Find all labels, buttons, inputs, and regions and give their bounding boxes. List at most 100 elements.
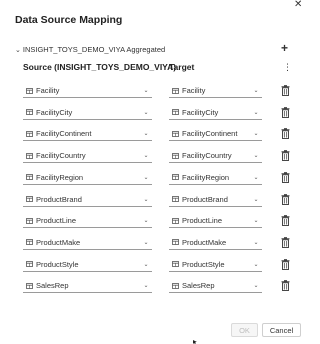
ok-button[interactable]: OK [231,323,258,337]
table-icon [172,174,179,181]
target-select[interactable]: Facility ⌄ [169,84,262,98]
mapping-row: ProductStyle ⌄ ProductStyle ⌄ [0,258,309,274]
target-value: ProductLine [182,216,223,226]
chevron-down-icon: ⌄ [143,109,149,116]
chevron-down-icon: ⌄ [253,239,259,246]
target-value: SalesRep [182,281,215,291]
chevron-down-icon: ⌄ [253,88,259,94]
mapping-row: ProductMake ⌄ ProductMake ⌄ [0,236,309,252]
target-select[interactable]: FacilityCountry ⌄ [169,149,262,164]
chevron-down-icon: ⌄ [253,218,259,225]
chevron-down-icon: ⌄ [143,88,149,94]
table-icon [26,130,33,137]
mapping-row: FacilityCountry ⌄ FacilityCountry ⌄ [0,149,309,165]
table-icon [26,282,33,289]
table-icon [172,130,179,137]
close-icon[interactable]: ✕ [294,0,302,10]
trash-icon[interactable] [281,237,290,248]
source-select[interactable]: FacilityContinent ⌄ [23,127,152,142]
source-select[interactable]: ProductBrand ⌄ [23,193,152,207]
group-label: INSIGHT_TOYS_DEMO_VIYA Aggregated [22,45,166,54]
dialog-title: Data Source Mapping [15,14,123,26]
chevron-down-icon: ⌄ [253,109,259,116]
trash-icon[interactable] [281,171,290,183]
table-icon [172,196,179,202]
trash-icon[interactable] [281,106,290,118]
chevron-down-icon: ⌄ [143,218,149,225]
chevron-down-icon: ⌄ [143,174,149,181]
mapping-row: FacilityContinent ⌄ FacilityContinent ⌄ [0,127,309,143]
chevron-down-icon: ⌄ [253,261,259,268]
source-value: ProductBrand [36,194,82,204]
group-toggle[interactable]: ⌄ INSIGHT_TOYS_DEMO_VIYA Aggregated [15,45,165,54]
mapping-row: ProductLine ⌄ ProductLine ⌄ [0,214,309,230]
chevron-down-icon: ⌄ [253,196,259,203]
table-icon [172,239,179,246]
source-select[interactable]: FacilityCity ⌄ [23,106,152,120]
source-value: FacilityCountry [36,151,86,161]
data-source-mapping-dialog: Data Source Mapping ✕ ⌄ INSIGHT_TOYS_DEM… [0,0,309,344]
table-icon [172,282,179,289]
table-icon [26,261,33,267]
target-select[interactable]: FacilityContinent ⌄ [169,127,262,142]
source-select[interactable]: ProductStyle ⌄ [23,258,152,272]
target-select[interactable]: ProductBrand ⌄ [169,193,262,207]
mouse-cursor-icon [193,340,197,344]
chevron-down-icon: ⌄ [253,153,259,160]
target-column-header: Target [169,62,195,72]
target-value: ProductStyle [182,259,225,269]
chevron-down-icon: ⌄ [253,283,259,290]
source-select[interactable]: SalesRep ⌄ [23,279,152,294]
trash-icon[interactable] [281,85,290,96]
target-select[interactable]: ProductStyle ⌄ [169,258,262,272]
source-value: FacilityContinent [36,129,92,139]
mapping-row: FacilityCity ⌄ FacilityCity ⌄ [0,106,309,122]
mapping-row: FacilityRegion ⌄ FacilityRegion ⌄ [0,171,309,187]
kebab-icon[interactable]: ⋮ [283,63,292,72]
table-icon [26,174,33,181]
source-select[interactable]: ProductMake ⌄ [23,236,152,250]
target-value: FacilityCountry [182,151,232,161]
mapping-row: Facility ⌄ Facility ⌄ [0,84,309,100]
table-icon [26,152,33,159]
chevron-down-icon: ⌄ [15,46,21,54]
source-select[interactable]: FacilityRegion ⌄ [23,171,152,185]
source-select[interactable]: Facility ⌄ [23,84,152,98]
target-value: ProductMake [182,237,227,247]
trash-icon[interactable] [281,150,290,162]
table-icon [26,217,33,224]
source-value: ProductLine [36,216,77,226]
trash-icon[interactable] [281,193,290,205]
cancel-button[interactable]: Cancel [262,323,301,337]
source-select[interactable]: FacilityCountry ⌄ [23,149,152,164]
source-value: FacilityRegion [36,172,84,182]
target-select[interactable]: ProductMake ⌄ [169,236,262,250]
table-icon [26,239,33,246]
trash-icon[interactable] [281,258,290,270]
target-value: ProductBrand [182,194,228,204]
chevron-down-icon: ⌄ [143,153,149,160]
chevron-down-icon: ⌄ [143,239,149,246]
target-select[interactable]: SalesRep ⌄ [169,279,262,294]
chevron-down-icon: ⌄ [143,261,149,268]
source-column-header: Source (INSIGHT_TOYS_DEMO_VIYA) [23,62,177,72]
table-icon [26,87,33,94]
source-value: ProductMake [36,237,81,247]
source-value: ProductStyle [36,259,79,269]
target-value: Facility [182,86,206,95]
target-select[interactable]: FacilityCity ⌄ [169,106,262,120]
trash-icon[interactable] [281,280,290,292]
trash-icon[interactable] [281,128,290,140]
trash-icon[interactable] [281,215,290,227]
plus-icon[interactable]: + [281,42,288,54]
chevron-down-icon: ⌄ [253,174,259,181]
source-value: Facility [36,86,60,95]
target-value: FacilityRegion [182,172,230,182]
table-icon [26,196,33,202]
source-value: SalesRep [36,281,69,291]
source-select[interactable]: ProductLine ⌄ [23,214,152,229]
target-select[interactable]: ProductLine ⌄ [169,214,262,229]
chevron-down-icon: ⌄ [143,131,149,138]
table-icon [172,217,179,224]
target-select[interactable]: FacilityRegion ⌄ [169,171,262,185]
